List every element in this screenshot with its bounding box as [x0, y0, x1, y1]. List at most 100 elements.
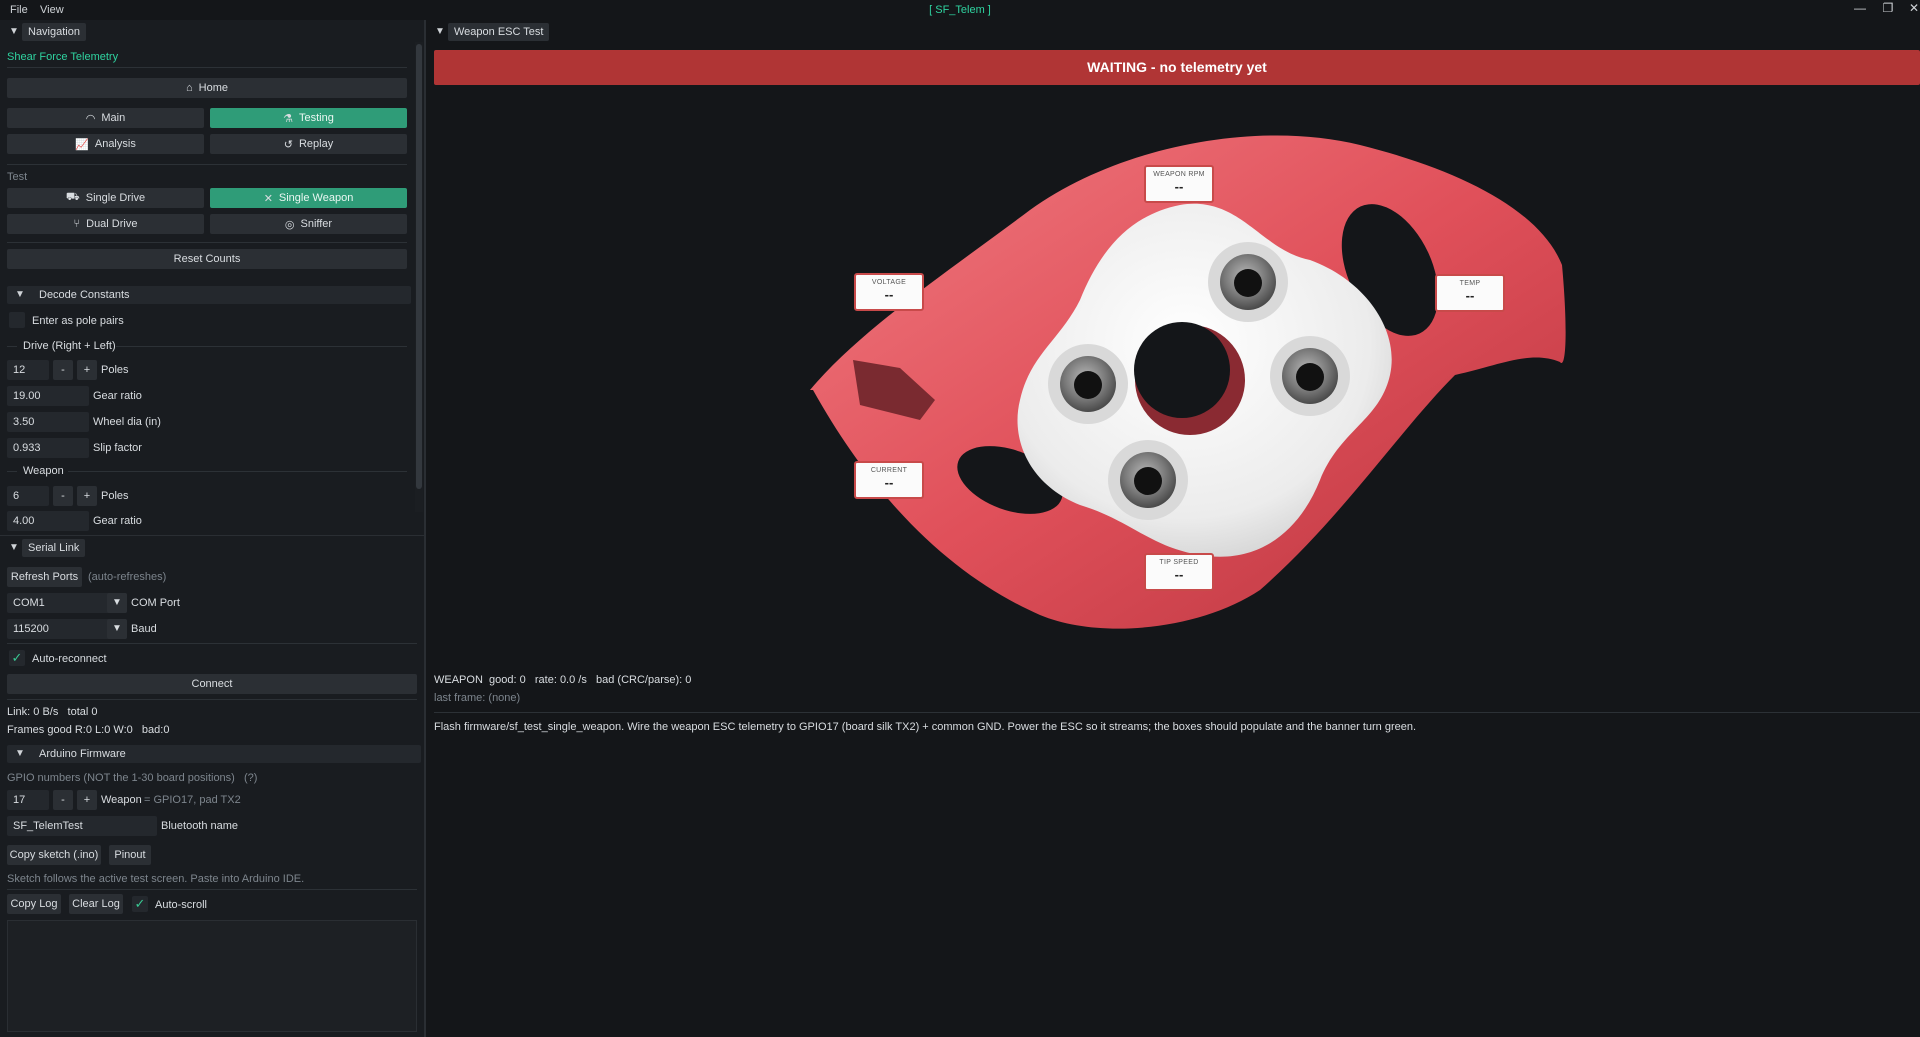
weapon-gear-input[interactable]: 4.00: [7, 511, 89, 531]
test-heading: Test: [7, 171, 28, 183]
sniffer-button[interactable]: ◎ Sniffer: [210, 214, 407, 234]
connect-button[interactable]: Connect: [7, 674, 417, 694]
collapse-icon[interactable]: ▼: [435, 27, 445, 37]
title-bar: File View [ SF_Telem ] — ❐ ✕: [0, 0, 1920, 20]
tip-speed-box: TIP SPEED --: [1144, 553, 1214, 591]
weapon-rpm-box: WEAPON RPM --: [1144, 165, 1214, 203]
testing-button[interactable]: ⚗ Testing: [210, 108, 407, 128]
minimize-icon[interactable]: —: [1850, 1, 1870, 19]
dual-drive-label: Dual Drive: [86, 218, 138, 230]
app-name: Shear Force Telemetry: [7, 51, 119, 63]
weapon-rpm-title: WEAPON RPM: [1153, 171, 1205, 178]
auto-reconnect-label: Auto-reconnect: [32, 653, 107, 665]
voltage-value: --: [884, 287, 894, 302]
divider: [7, 699, 417, 700]
home-button[interactable]: ⌂ Home: [7, 78, 407, 98]
weapon-poles-plus[interactable]: +: [77, 486, 97, 506]
temp-box: TEMP --: [1435, 274, 1505, 312]
decode-constants-header[interactable]: ▼ Decode Constants: [7, 286, 411, 304]
gpio-note: GPIO numbers (NOT the 1-30 board positio…: [7, 772, 258, 784]
tip-speed-title: TIP SPEED: [1159, 559, 1199, 566]
pinout-button[interactable]: Pinout: [109, 845, 151, 865]
reset-counts-label: Reset Counts: [173, 253, 241, 265]
gear-ratio-input[interactable]: 19.00: [7, 386, 89, 406]
replay-button[interactable]: ↺ Replay: [210, 134, 407, 154]
gauge-icon: ◠: [85, 112, 96, 125]
baud-value: 115200: [13, 623, 49, 635]
gpio-input[interactable]: 17: [7, 790, 49, 810]
chevron-down-icon[interactable]: ▼: [107, 593, 127, 613]
single-drive-button[interactable]: ⛟ Single Drive: [7, 188, 204, 208]
sniffer-label: Sniffer: [300, 218, 333, 230]
divider: [7, 346, 17, 347]
slip-factor-input[interactable]: 0.933: [7, 438, 89, 458]
wheel-dia-input[interactable]: 3.50: [7, 412, 89, 432]
single-weapon-label: Single Weapon: [278, 192, 354, 204]
flask-icon: ⚗: [283, 112, 293, 125]
refresh-ports-label: Refresh Ports: [10, 571, 79, 583]
drive-poles-plus[interactable]: +: [77, 360, 97, 380]
divider: [7, 889, 417, 890]
bluetooth-name-input[interactable]: SF_TelemTest: [7, 816, 157, 836]
reset-counts-button[interactable]: Reset Counts: [7, 249, 407, 269]
nav-scrollbar-thumb[interactable]: [416, 44, 422, 489]
restore-icon[interactable]: ❐: [1878, 1, 1898, 19]
gpio-minus[interactable]: -: [53, 790, 73, 810]
triangle-down-icon: ▼: [15, 748, 25, 759]
refresh-ports-button[interactable]: Refresh Ports: [7, 567, 82, 587]
dual-drive-button[interactable]: ⑂ Dual Drive: [7, 214, 204, 234]
copy-sketch-button[interactable]: Copy sketch (.ino): [7, 845, 101, 865]
weapon-poles-minus[interactable]: -: [53, 486, 73, 506]
arduino-firmware-label: Arduino Firmware: [39, 748, 126, 760]
tab-weapon-esc-test[interactable]: Weapon ESC Test: [448, 23, 550, 41]
app-title: [ SF_Telem ]: [929, 4, 991, 16]
single-weapon-button[interactable]: ✕ Single Weapon: [210, 188, 407, 208]
nav-scrollbar[interactable]: [415, 42, 423, 512]
gpio-label: Weapon: [101, 794, 142, 806]
bluetooth-name-label: Bluetooth name: [161, 820, 239, 832]
pinout-label: Pinout: [114, 849, 146, 861]
copy-log-button[interactable]: Copy Log: [7, 894, 61, 914]
status-banner: WAITING - no telemetry yet: [434, 50, 1920, 85]
arduino-firmware-header[interactable]: ▼ Arduino Firmware: [7, 745, 421, 763]
divider: [434, 712, 1920, 713]
clear-log-label: Clear Log: [72, 898, 120, 910]
wheel-dia-label: Wheel dia (in): [93, 416, 161, 428]
main-label: Main: [101, 112, 126, 124]
tab-navigation[interactable]: Navigation: [22, 23, 86, 41]
replay-label: Replay: [298, 138, 334, 150]
triangle-down-icon: ▼: [15, 289, 25, 300]
drive-poles-minus[interactable]: -: [53, 360, 73, 380]
auto-reconnect-checkbox[interactable]: ✓: [9, 650, 25, 666]
main-button[interactable]: ◠ Main: [7, 108, 204, 128]
current-box: CURRENT --: [854, 461, 924, 499]
analysis-button[interactable]: 📈 Analysis: [7, 134, 204, 154]
drive-poles-input[interactable]: 12: [7, 360, 49, 380]
clear-log-button[interactable]: Clear Log: [69, 894, 123, 914]
weapon-poles-input[interactable]: 6: [7, 486, 49, 506]
check-icon: ✓: [134, 896, 146, 911]
log-area[interactable]: [7, 920, 417, 1032]
auto-scroll-checkbox[interactable]: ✓: [132, 896, 148, 912]
gear-ratio-label: Gear ratio: [93, 390, 142, 402]
auto-refresh-note: (auto-refreshes): [88, 571, 167, 583]
chevron-down-icon[interactable]: ▼: [107, 619, 127, 639]
divider: [68, 471, 407, 472]
tab-serial-link[interactable]: Serial Link: [22, 539, 86, 557]
pole-pairs-checkbox[interactable]: [9, 312, 25, 328]
divider: [7, 164, 407, 165]
current-value: --: [884, 475, 894, 490]
testing-label: Testing: [299, 112, 334, 124]
close-icon[interactable]: ✕: [1904, 1, 1920, 19]
collapse-icon[interactable]: ▼: [9, 27, 19, 37]
decode-constants-label: Decode Constants: [39, 289, 130, 301]
slip-factor-label: Slip factor: [93, 442, 142, 454]
collapse-icon[interactable]: ▼: [9, 543, 19, 553]
divider: [7, 67, 407, 68]
auto-scroll-label: Auto-scroll: [155, 899, 207, 911]
history-icon: ↺: [283, 138, 293, 151]
gpio-plus[interactable]: +: [77, 790, 97, 810]
bolt: [1108, 440, 1188, 520]
analysis-label: Analysis: [94, 138, 136, 150]
home-label: Home: [198, 82, 228, 94]
